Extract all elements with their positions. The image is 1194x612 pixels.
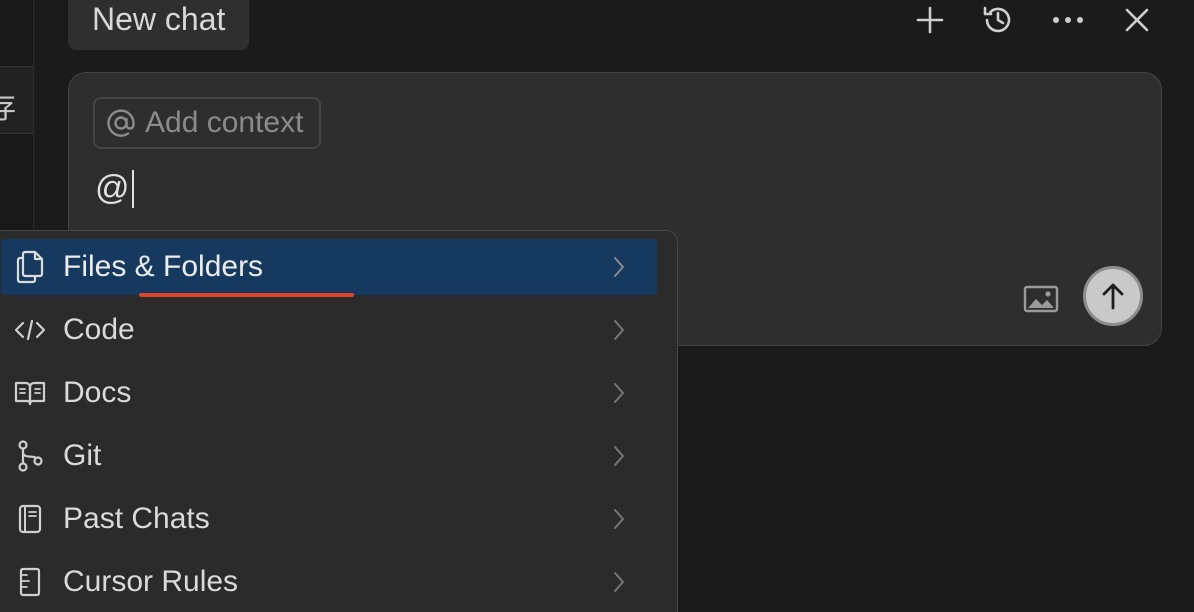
at-sign-icon [107, 109, 135, 137]
chevron-right-icon [607, 570, 631, 594]
chevron-right-icon [607, 507, 631, 531]
chevron-right-icon [607, 255, 631, 279]
files-icon [13, 250, 47, 284]
menu-item-past-chats[interactable]: Past Chats [1, 491, 657, 547]
add-context-button[interactable]: Add context [93, 97, 322, 149]
menu-item-label: Docs [63, 376, 132, 409]
attach-image-button[interactable] [1021, 279, 1061, 319]
add-context-label: Add context [145, 106, 304, 139]
notebook-icon [13, 502, 47, 536]
menu-item-git[interactable]: Git [1, 428, 657, 484]
menu-item-label: Cursor Rules [63, 565, 239, 598]
menu-item-cursor-rules[interactable]: Cursor Rules [1, 554, 657, 610]
annotation-underline [139, 293, 354, 297]
close-button[interactable] [1115, 0, 1159, 40]
chat-input[interactable]: @ [95, 169, 134, 208]
history-button[interactable] [976, 0, 1020, 40]
more-button[interactable] [1046, 0, 1090, 40]
plus-icon [916, 6, 944, 34]
chevron-right-icon [607, 444, 631, 468]
rules-icon [13, 565, 47, 599]
chevron-right-icon [607, 318, 631, 342]
arrow-up-icon [1102, 283, 1124, 310]
menu-item-label: Files & Folders [63, 250, 264, 283]
book-icon [13, 376, 47, 410]
chat-panel: 存 New chat Add contex [0, 0, 1194, 612]
image-icon [1023, 285, 1059, 313]
menu-item-label: Code [63, 313, 135, 346]
git-branch-icon [13, 439, 47, 473]
chat-tab-title[interactable]: New chat [68, 0, 250, 50]
menu-item-label: Git [63, 439, 102, 472]
history-icon [983, 6, 1011, 33]
send-button[interactable] [1083, 266, 1143, 326]
code-icon [13, 313, 47, 347]
text-caret [131, 169, 134, 208]
chat-input-value: @ [95, 169, 130, 207]
chevron-right-icon [607, 381, 631, 405]
context-menu: Files & Folders Code Docs Git Past Chats… [0, 230, 678, 612]
close-icon [1125, 8, 1149, 32]
editor-tab[interactable]: 存 [0, 66, 33, 134]
new-chat-button[interactable] [908, 0, 952, 40]
menu-item-code[interactable]: Code [1, 302, 657, 358]
editor-tab-glyph: 存 [0, 83, 16, 127]
menu-item-label: Past Chats [63, 502, 210, 535]
menu-item-files-folders[interactable]: Files & Folders [1, 239, 657, 295]
menu-item-docs[interactable]: Docs [1, 365, 657, 421]
ellipsis-icon [1053, 17, 1083, 23]
